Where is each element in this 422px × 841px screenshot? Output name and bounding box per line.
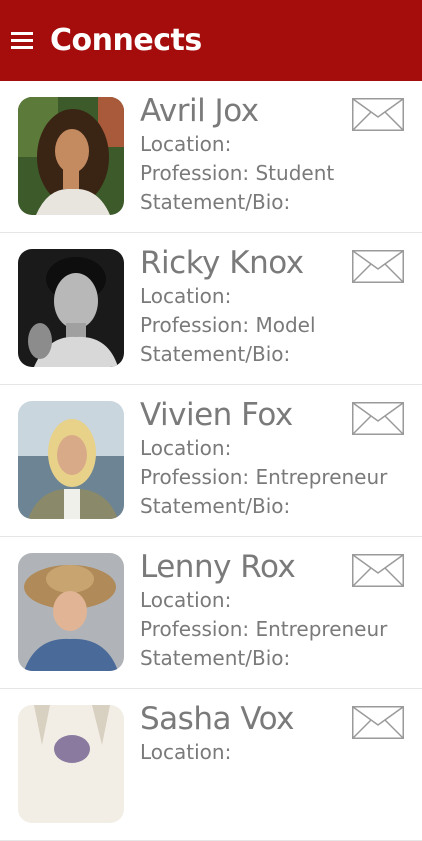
- contact-name: Vivien Fox: [140, 397, 293, 433]
- envelope-icon[interactable]: [352, 250, 404, 283]
- location-label: Location:: [140, 132, 232, 156]
- contacts-list: Avril Jox Location: Profession: Student …: [0, 81, 422, 841]
- hamburger-menu-icon[interactable]: [11, 32, 33, 49]
- location-label: Location:: [140, 436, 232, 460]
- bio-label: Statement/Bio:: [140, 646, 291, 670]
- avatar[interactable]: [18, 401, 124, 519]
- contact-name: Avril Jox: [140, 93, 259, 129]
- contact-card[interactable]: Avril Jox Location: Profession: Student …: [0, 81, 422, 233]
- envelope-icon[interactable]: [352, 706, 404, 739]
- bio-label: Statement/Bio:: [140, 342, 291, 366]
- profession-label: Profession: Student: [140, 161, 335, 185]
- contact-card[interactable]: Lenny Rox Location: Profession: Entrepre…: [0, 537, 422, 689]
- profession-label: Profession: Model: [140, 313, 316, 337]
- bio-label: Statement/Bio:: [140, 494, 291, 518]
- avatar[interactable]: [18, 553, 124, 671]
- envelope-icon[interactable]: [352, 402, 404, 435]
- contact-name: Sasha Vox: [140, 701, 294, 737]
- contact-name: Lenny Rox: [140, 549, 296, 585]
- avatar[interactable]: [18, 705, 124, 823]
- app-header: Connects: [0, 0, 422, 81]
- contact-card[interactable]: Vivien Fox Location: Profession: Entrepr…: [0, 385, 422, 537]
- contact-card[interactable]: Sasha Vox Location:: [0, 689, 422, 841]
- page-title: Connects: [50, 23, 202, 58]
- profession-label: Profession: Entrepreneur: [140, 617, 388, 641]
- envelope-icon[interactable]: [352, 98, 404, 131]
- avatar[interactable]: [18, 249, 124, 367]
- location-label: Location:: [140, 588, 232, 612]
- envelope-icon[interactable]: [352, 554, 404, 587]
- location-label: Location:: [140, 740, 232, 764]
- location-label: Location:: [140, 284, 232, 308]
- contact-name: Ricky Knox: [140, 245, 304, 281]
- bio-label: Statement/Bio:: [140, 190, 291, 214]
- contact-card[interactable]: Ricky Knox Location: Profession: Model S…: [0, 233, 422, 385]
- avatar[interactable]: [18, 97, 124, 215]
- profession-label: Profession: Entrepreneur: [140, 465, 388, 489]
